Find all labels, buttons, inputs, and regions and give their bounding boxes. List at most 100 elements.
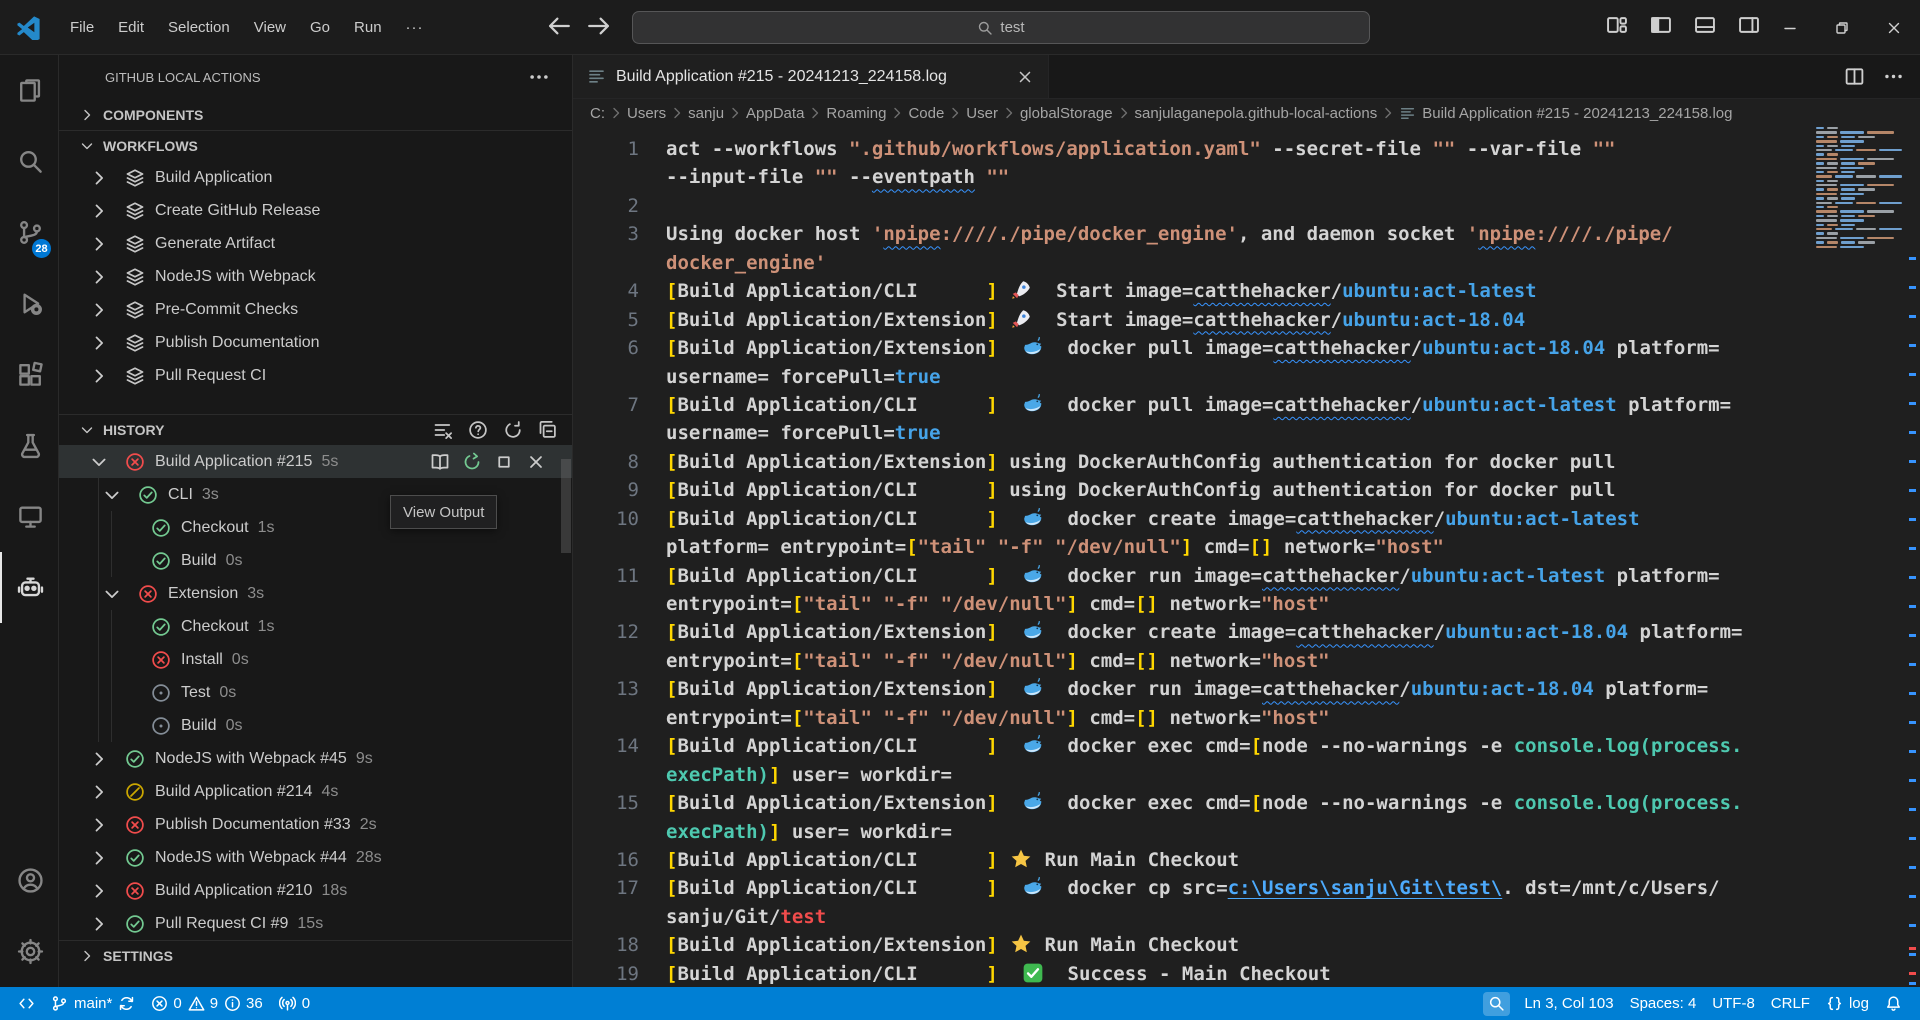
log-line[interactable]: entrypoint=["tail" "-f" "/dev/null"] cmd…	[573, 590, 1920, 618]
breadcrumb-item[interactable]: C:	[590, 105, 605, 122]
activity-run-debug[interactable]	[0, 268, 58, 339]
chevron-right-icon[interactable]	[89, 815, 109, 835]
menu-more-button[interactable]: ···	[394, 13, 436, 42]
history-row[interactable]: NodeJS with Webpack #459s	[59, 742, 572, 775]
breadcrumb-item[interactable]: sanjulaganepola.github-local-actions	[1135, 105, 1378, 122]
log-line[interactable]: username= forcePull=true	[573, 419, 1920, 447]
history-row[interactable]: NodeJS with Webpack #4428s	[59, 841, 572, 874]
problems-status[interactable]: 0 9 36	[143, 987, 270, 1020]
workflow-item[interactable]: NodeJS with Webpack	[59, 260, 572, 293]
cursor-position[interactable]: Ln 3, Col 103	[1516, 987, 1621, 1020]
collapse-all-icon[interactable]	[538, 420, 558, 440]
activity-github-local-actions[interactable]	[0, 552, 58, 623]
customize-layout-icon[interactable]	[1606, 14, 1628, 36]
chevron-right-icon[interactable]	[89, 300, 109, 320]
log-line[interactable]: 3Using docker host 'npipe:////./pipe/doc…	[573, 220, 1920, 248]
menu-go[interactable]: Go	[298, 13, 342, 42]
stop-icon[interactable]	[494, 452, 514, 472]
log-line[interactable]: username= forcePull=true	[573, 363, 1920, 391]
sidebar-more-actions-icon[interactable]	[528, 66, 550, 88]
menu-edit[interactable]: Edit	[106, 13, 156, 42]
breadcrumb-item[interactable]: User	[966, 105, 998, 122]
menu-file[interactable]: File	[58, 13, 106, 42]
notifications-bell[interactable]	[1877, 987, 1910, 1020]
zoom-indicator[interactable]	[1483, 992, 1510, 1016]
log-line[interactable]: entrypoint=["tail" "-f" "/dev/null"] cmd…	[573, 647, 1920, 675]
refresh-icon[interactable]	[503, 420, 523, 440]
history-row[interactable]: Test0s	[59, 676, 572, 709]
chevron-right-icon[interactable]	[89, 333, 109, 353]
encoding-status[interactable]: UTF-8	[1704, 987, 1763, 1020]
log-line[interactable]: 17[Build Application/CLI ] docker cp src…	[573, 874, 1920, 902]
log-line[interactable]: sanju/Git/test	[573, 903, 1920, 931]
section-history[interactable]: HISTORY	[59, 414, 572, 445]
history-row[interactable]: Publish Documentation #332s	[59, 808, 572, 841]
history-row[interactable]: Build Application #2144s	[59, 775, 572, 808]
toggle-secondary-sidebar-icon[interactable]	[1738, 14, 1760, 36]
breadcrumb-item[interactable]: globalStorage	[1020, 105, 1113, 122]
chevron-down-icon[interactable]	[89, 452, 109, 472]
eol-status[interactable]: CRLF	[1763, 987, 1818, 1020]
chevron-right-icon[interactable]	[89, 881, 109, 901]
history-row[interactable]: Checkout1s	[59, 610, 572, 643]
window-close-button[interactable]	[1868, 0, 1920, 55]
log-line[interactable]: entrypoint=["tail" "-f" "/dev/null"] cmd…	[573, 704, 1920, 732]
back-arrow-button[interactable]	[546, 13, 572, 39]
code-area[interactable]: 1act --workflows ".github/workflows/appl…	[573, 127, 1920, 987]
dismiss-icon[interactable]	[526, 452, 546, 472]
log-line[interactable]: 12[Build Application/Extension] docker c…	[573, 618, 1920, 646]
chevron-down-icon[interactable]	[102, 584, 122, 604]
activity-accounts[interactable]	[0, 845, 58, 916]
toggle-sidebar-icon[interactable]	[1650, 14, 1672, 36]
breadcrumb-item[interactable]: Users	[627, 105, 666, 122]
tab-build-application-log[interactable]: Build Application #215 - 20241213_224158…	[573, 55, 1049, 98]
menu-run[interactable]: Run	[342, 13, 394, 42]
log-line[interactable]: 5[Build Application/Extension] Start ima…	[573, 306, 1920, 334]
workflow-item[interactable]: Publish Documentation	[59, 326, 572, 359]
log-line[interactable]: 10[Build Application/CLI ] docker create…	[573, 505, 1920, 533]
section-components[interactable]: COMPONENTS	[59, 99, 572, 130]
remote-indicator[interactable]	[10, 987, 43, 1020]
editor-more-actions-icon[interactable]	[1883, 66, 1904, 87]
history-row[interactable]: Build0s	[59, 544, 572, 577]
window-minimize-button[interactable]	[1764, 0, 1816, 55]
activity-explorer[interactable]	[0, 55, 58, 126]
history-row[interactable]: Build Application #2155s	[59, 445, 572, 478]
toggle-panel-icon[interactable]	[1694, 14, 1716, 36]
log-line[interactable]: 6[Build Application/Extension] docker pu…	[573, 334, 1920, 362]
breadcrumb-item[interactable]: sanju	[688, 105, 724, 122]
minimap[interactable]	[1813, 127, 1905, 245]
window-restore-button[interactable]	[1816, 0, 1868, 55]
forward-arrow-button[interactable]	[586, 13, 612, 39]
log-line[interactable]: 13[Build Application/Extension] docker r…	[573, 675, 1920, 703]
restart-icon[interactable]	[462, 452, 482, 472]
section-settings[interactable]: SETTINGS	[59, 940, 572, 971]
breadcrumb-item[interactable]: AppData	[746, 105, 804, 122]
log-line[interactable]: 2	[573, 192, 1920, 220]
section-workflows[interactable]: WORKFLOWS	[59, 130, 572, 161]
log-line[interactable]: 18[Build Application/Extension] Run Main…	[573, 931, 1920, 959]
breadcrumb-item[interactable]: Code	[908, 105, 944, 122]
chevron-right-icon[interactable]	[89, 848, 109, 868]
log-line[interactable]: 16[Build Application/CLI ] Run Main Chec…	[573, 846, 1920, 874]
view-output-icon[interactable]	[430, 452, 450, 472]
ports-status[interactable]: 0	[271, 987, 318, 1020]
log-line[interactable]: --input-file "" --eventpath ""	[573, 163, 1920, 191]
sidebar-scrollbar[interactable]	[561, 459, 571, 553]
branch-status[interactable]: main*	[43, 987, 143, 1020]
chevron-right-icon[interactable]	[89, 914, 109, 934]
activity-testing[interactable]	[0, 410, 58, 481]
workflow-item[interactable]: Build Application	[59, 161, 572, 194]
history-row[interactable]: Pull Request CI #915s	[59, 907, 572, 940]
log-line[interactable]: 9[Build Application/CLI ] using DockerAu…	[573, 476, 1920, 504]
activity-extensions[interactable]	[0, 339, 58, 410]
clear-history-icon[interactable]	[433, 420, 453, 440]
breadcrumb-item-file[interactable]: Build Application #215 - 20241213_224158…	[1399, 105, 1732, 122]
menu-selection[interactable]: Selection	[156, 13, 242, 42]
chevron-down-icon[interactable]	[102, 485, 122, 505]
log-line[interactable]: 8[Build Application/Extension] using Doc…	[573, 448, 1920, 476]
log-line[interactable]: docker_engine'	[573, 249, 1920, 277]
history-row[interactable]: Extension3s	[59, 577, 572, 610]
workflow-item[interactable]: Pre-Commit Checks	[59, 293, 572, 326]
log-line[interactable]: execPath)] user= workdir=	[573, 818, 1920, 846]
